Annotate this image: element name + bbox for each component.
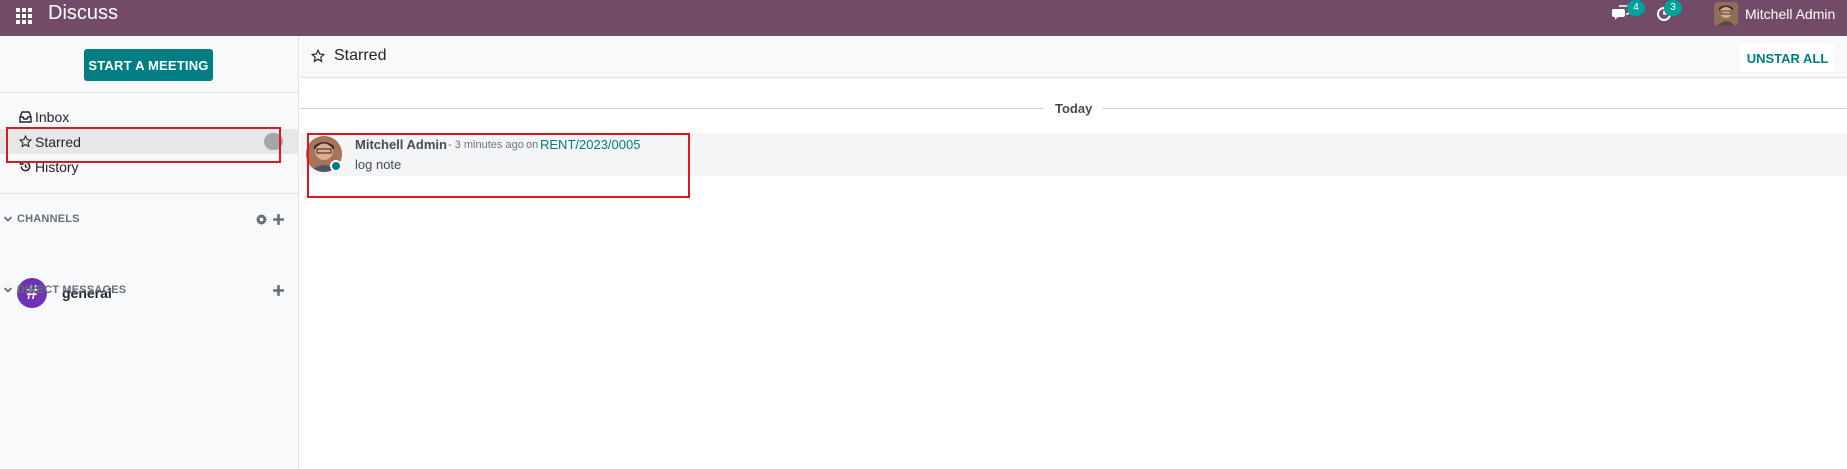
unstar-all-button[interactable]: UNSTAR ALL	[1740, 44, 1835, 72]
message-author[interactable]: Mitchell Admin	[355, 137, 447, 152]
star-icon	[18, 135, 32, 149]
chevron-down-icon	[3, 216, 13, 222]
sidebar-item-inbox[interactable]: Inbox	[0, 104, 299, 129]
sidebar-item-label: Starred	[35, 133, 81, 150]
channel-settings-gear-icon[interactable]	[255, 213, 268, 226]
apps-menu-icon[interactable]	[14, 6, 32, 24]
user-avatar[interactable]	[1714, 2, 1738, 26]
sidebar-item-history[interactable]: History	[0, 154, 299, 179]
top-navbar: Discuss 4 3 Mitchell Admin	[0, 0, 1847, 36]
sidebar-divider	[0, 92, 299, 93]
history-icon	[18, 160, 32, 174]
direct-messages-section-header[interactable]: DIRECT MESSAGES	[0, 282, 299, 298]
app-title[interactable]: Discuss	[48, 2, 118, 25]
message-body: log note	[355, 157, 402, 172]
inbox-icon	[18, 110, 32, 124]
message-record-link[interactable]: RENT/2023/0005	[540, 137, 640, 152]
message-date: - 3 minutes ago	[448, 139, 524, 151]
date-separator-line	[300, 108, 1043, 109]
start-meeting-button[interactable]: START A MEETING	[84, 49, 213, 81]
online-status-icon	[330, 160, 342, 172]
user-name[interactable]: Mitchell Admin	[1745, 6, 1835, 22]
channels-section-title: CHANNELS	[17, 213, 80, 225]
sidebar-item-label: History	[35, 158, 79, 175]
thread-title: Starred	[334, 47, 387, 64]
chevron-down-icon	[3, 287, 13, 293]
message-item[interactable]: Mitchell Admin - 3 minutes ago on RENT/2…	[300, 133, 1847, 176]
add-channel-plus-icon[interactable]	[272, 213, 285, 226]
sidebar-divider	[0, 193, 299, 194]
add-direct-message-plus-icon[interactable]	[272, 284, 285, 297]
sidebar-item-label: Inbox	[35, 108, 70, 125]
date-separator-label: Today	[1055, 101, 1093, 116]
messages-count-badge: 4	[1627, 0, 1645, 16]
date-separator-line	[1102, 108, 1847, 109]
starred-counter-badge: 1	[264, 133, 283, 150]
message-on-label: on	[526, 139, 539, 151]
star-icon	[310, 48, 326, 64]
sidebar: START A MEETING Inbox Starred 1 History …	[0, 36, 299, 469]
sidebar-item-starred[interactable]: Starred 1	[0, 129, 299, 154]
direct-messages-section-title: DIRECT MESSAGES	[17, 284, 127, 296]
thread-header: Starred UNSTAR ALL	[300, 36, 1847, 78]
activities-count-badge: 3	[1664, 0, 1682, 16]
